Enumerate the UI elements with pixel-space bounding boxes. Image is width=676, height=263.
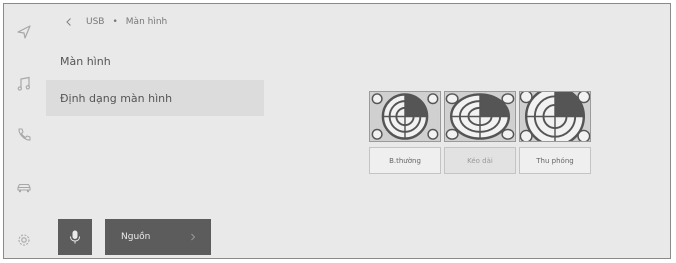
format-previews <box>369 91 591 142</box>
menu-item-label: Màn hình <box>60 54 111 68</box>
car-button[interactable] <box>10 174 38 202</box>
option-normal-button[interactable]: B.thường <box>369 147 441 174</box>
menu-item-display[interactable]: Màn hình <box>46 43 264 79</box>
menu-item-display-format[interactable]: Định dạng màn hình <box>46 80 264 116</box>
option-zoom-button[interactable]: Thu phóng <box>519 147 591 174</box>
chevron-right-icon <box>191 233 196 241</box>
navigation-icon <box>17 25 31 39</box>
option-label: B.thường <box>389 156 421 165</box>
back-chevron-icon[interactable] <box>64 17 74 27</box>
screen-frame: USB • Màn hình Màn hình Định dạng màn hì… <box>3 3 671 259</box>
side-nav <box>4 4 44 258</box>
voice-button[interactable] <box>58 219 92 255</box>
test-pattern-icon <box>370 92 440 141</box>
preview-zoom <box>519 91 591 142</box>
source-label: Nguồn <box>121 232 151 242</box>
test-pattern-icon <box>520 92 590 141</box>
breadcrumb: USB • Màn hình <box>64 13 167 31</box>
breadcrumb-parent[interactable]: USB <box>86 17 104 27</box>
car-icon <box>17 183 31 193</box>
menu-item-label: Định dạng màn hình <box>60 91 173 105</box>
phone-button[interactable] <box>10 121 38 149</box>
phone-icon <box>18 128 31 141</box>
settings-icon <box>18 234 30 246</box>
navigation-button[interactable] <box>10 18 38 46</box>
settings-button[interactable] <box>10 226 38 254</box>
option-label: Kéo dài <box>467 156 493 165</box>
test-pattern-icon <box>445 92 515 141</box>
source-button[interactable]: Nguồn <box>105 219 211 255</box>
breadcrumb-current: Màn hình <box>125 17 168 27</box>
option-stretch-button[interactable]: Kéo dài <box>444 147 516 174</box>
preview-stretch <box>444 91 516 142</box>
format-options: B.thường Kéo dài Thu phóng <box>369 147 591 174</box>
microphone-icon <box>70 230 80 244</box>
breadcrumb-separator: • <box>112 17 118 27</box>
preview-normal <box>369 91 441 142</box>
option-label: Thu phóng <box>536 156 574 165</box>
music-button[interactable] <box>10 70 38 98</box>
music-icon <box>17 76 30 91</box>
